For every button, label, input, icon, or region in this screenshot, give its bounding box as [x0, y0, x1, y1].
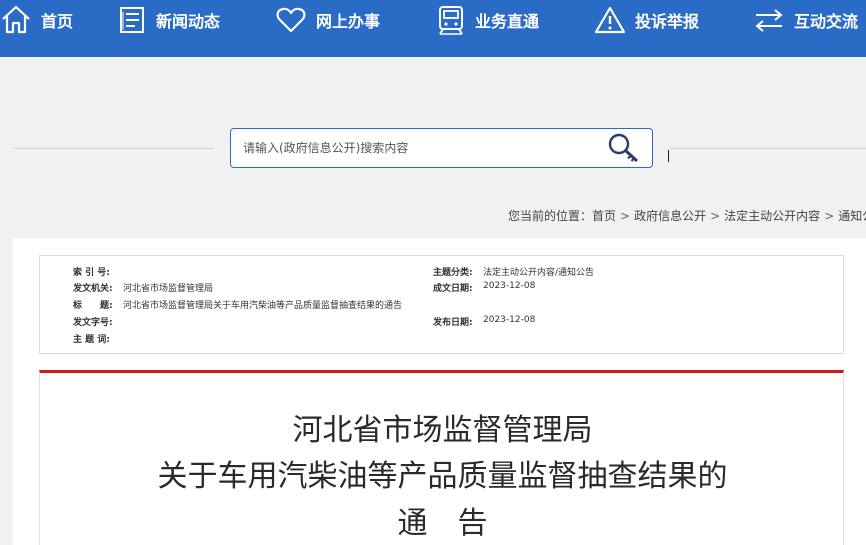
breadcrumb-separator: >: [710, 209, 721, 223]
meta-category-value: 法定主动公开内容/通知公告: [483, 268, 595, 278]
meta-index-label: 索 引 号:: [73, 268, 110, 278]
heart-icon: [275, 5, 307, 35]
meta-keywords-label: 主 题 词:: [73, 335, 110, 345]
meta-written-date-label: 成文日期:: [433, 284, 473, 294]
breadcrumb-item-statutory[interactable]: 法定主动公开内容: [724, 209, 820, 223]
nav-item-interaction[interactable]: 互动交流: [753, 0, 858, 40]
nav-item-home[interactable]: 首页: [0, 0, 73, 40]
article-title-line-2: 关于车用汽柴油等产品质量监督抽查结果的: [157, 459, 728, 494]
breadcrumb-item-gov-info[interactable]: 政府信息公开: [634, 209, 706, 223]
meta-title-value: 河北省市场监督管理局关于车用汽柴油等产品质量监督抽查结果的通告: [123, 301, 403, 311]
meta-issuer-value: 河北省市场监督管理局: [123, 284, 214, 294]
breadcrumb-separator: >: [620, 209, 631, 223]
nav-label-business: 业务直通: [475, 12, 540, 31]
article-title-line-1: 河北省市场监督管理局: [292, 413, 593, 448]
nav-item-business[interactable]: 业务直通: [436, 0, 539, 40]
meta-title-label: 标 题:: [73, 301, 113, 311]
magnifier-key-icon: [606, 133, 642, 169]
home-icon: [0, 4, 32, 36]
train-icon: [436, 4, 466, 36]
nav-item-online[interactable]: 网上办事: [275, 0, 380, 40]
nav-label-news: 新闻动态: [156, 12, 221, 31]
meta-issuer-label: 发文机关:: [73, 284, 113, 294]
exchange-arrows-icon: [753, 6, 785, 34]
breadcrumb-item-home[interactable]: 首页: [592, 209, 616, 223]
search-button[interactable]: [606, 131, 642, 165]
meta-published-date-value: 2023-12-08: [483, 315, 536, 325]
nav-label-interaction: 互动交流: [794, 12, 859, 31]
document-meta-table: 索 引 号: 发文机关: 河北省市场监督管理局 标 题: 河北省市场监督管理局关…: [39, 255, 844, 354]
nav-label-online: 网上办事: [316, 12, 381, 31]
warning-icon: [594, 5, 626, 35]
article-panel: 河北省市场监督管理局 关于车用汽柴油等产品质量监督抽查结果的 通 告: [39, 370, 844, 545]
nav-item-complaint[interactable]: 投诉举报: [594, 0, 699, 40]
document-list-icon: [117, 5, 147, 35]
breadcrumb-separator: >: [824, 209, 835, 223]
article-title-line-3: 通 告: [397, 506, 488, 541]
meta-category-label: 主题分类:: [433, 268, 473, 278]
search-box: [230, 128, 653, 168]
nav-item-news[interactable]: 新闻动态: [117, 0, 220, 40]
meta-written-date-value: 2023-12-08: [483, 281, 536, 291]
search-input[interactable]: [243, 138, 583, 158]
top-nav-bar: 首页 新闻动态 网上办事 业务直通 投诉举报 互动交流: [0, 0, 866, 57]
breadcrumb: 您当前的位置：首页>政府信息公开>法定主动公开内容>通知公告: [508, 207, 866, 224]
nav-label-complaint: 投诉举报: [635, 12, 700, 31]
nav-label-home: 首页: [41, 12, 74, 31]
meta-published-date-label: 发布日期:: [433, 318, 473, 328]
text-cursor: [668, 150, 669, 162]
breadcrumb-prefix: 您当前的位置：: [508, 209, 593, 223]
meta-docno-label: 发文字号:: [73, 318, 113, 328]
search-divider-left: [14, 148, 214, 149]
breadcrumb-item-notice[interactable]: 通知公告: [838, 209, 866, 223]
search-divider-right: [670, 148, 866, 149]
